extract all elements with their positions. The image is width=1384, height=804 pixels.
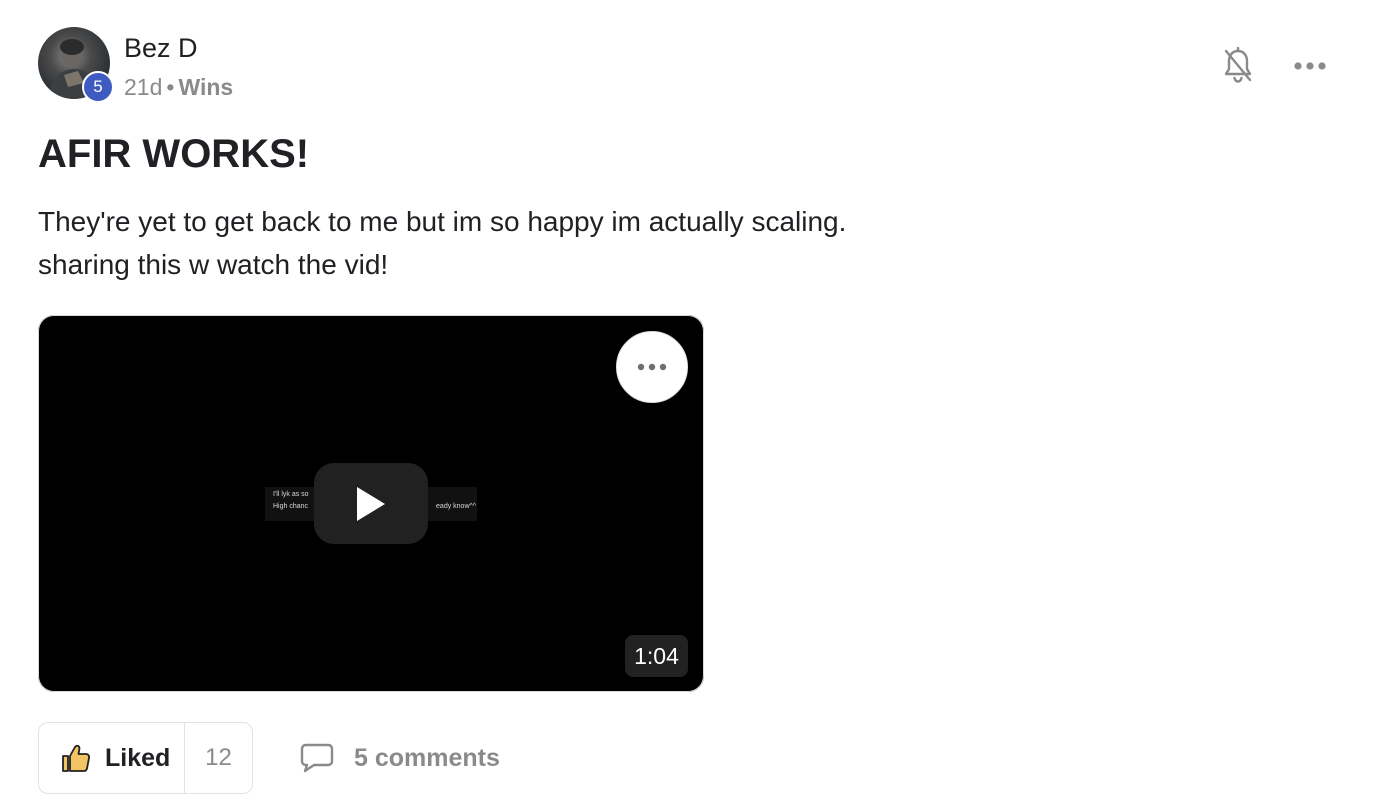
video-duration-badge: 1:04	[625, 635, 688, 677]
author-avatar-container[interactable]: 5	[38, 27, 114, 103]
like-label: Liked	[105, 743, 171, 772]
comment-icon	[300, 743, 334, 773]
play-button[interactable]	[314, 463, 428, 544]
like-button[interactable]: Liked	[39, 723, 185, 793]
like-group: Liked 12	[38, 722, 253, 794]
bell-off-icon	[1224, 47, 1252, 83]
post-meta: 21d • Wins	[124, 73, 233, 101]
notifications-toggle-button[interactable]	[1218, 44, 1258, 88]
post-body-line: They're yet to get back to me but im so …	[38, 206, 847, 237]
meta-separator: •	[166, 74, 175, 100]
video-caption-fragment: High chanc	[273, 503, 309, 510]
level-badge: 5	[82, 71, 114, 103]
post-body-line: sharing this w watch the vid!	[38, 249, 389, 280]
comments-count-label: 5 comments	[354, 743, 500, 772]
more-horizontal-icon	[1294, 62, 1326, 70]
post-time-ago[interactable]: 21d	[124, 74, 162, 100]
like-count[interactable]: 12	[185, 723, 252, 793]
post-category[interactable]: Wins	[178, 74, 233, 100]
post-title: AFIR WORKS!	[38, 132, 310, 176]
video-caption-fragment: eady know^^	[436, 503, 477, 510]
video-player[interactable]: I'll lyk as so High chanc eady know^^ 1:0…	[38, 315, 704, 692]
thumbs-up-icon	[62, 744, 91, 772]
play-icon	[357, 486, 385, 521]
post-card: 5 Bez D 21d • Wins AFIR WORKS! They're yet…	[0, 0, 1384, 804]
post-more-button[interactable]	[1290, 50, 1330, 82]
more-horizontal-icon	[637, 363, 667, 371]
post-body: They're yet to get back to me but im so …	[38, 200, 846, 286]
comments-button[interactable]: 5 comments	[300, 736, 500, 780]
author-name[interactable]: Bez D	[124, 31, 198, 65]
video-menu-button[interactable]	[616, 331, 688, 403]
